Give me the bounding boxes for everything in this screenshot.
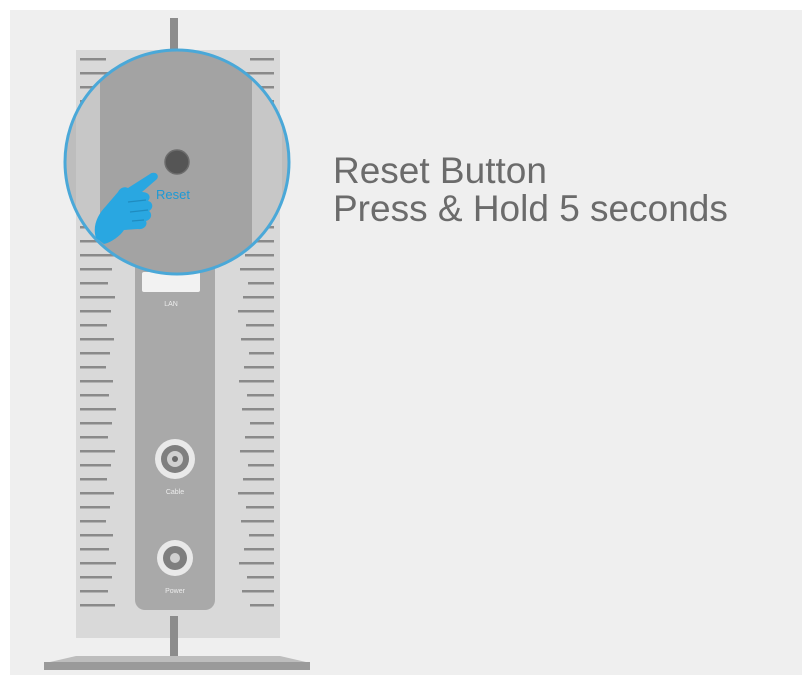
vent-slot — [80, 464, 111, 467]
vent-slot — [239, 380, 274, 383]
instruction-text: Reset Button Press & Hold 5 seconds — [333, 152, 728, 228]
vent-slot — [80, 492, 114, 495]
vent-slot — [80, 562, 116, 565]
vent-slot — [80, 282, 108, 285]
vent-slot — [80, 58, 106, 61]
vent-slot — [80, 520, 106, 523]
vent-slot — [80, 254, 116, 257]
vent-slot — [80, 338, 114, 341]
vent-slot — [242, 408, 274, 411]
vent-slot — [247, 394, 274, 397]
stand-top — [50, 656, 306, 662]
vent-slot — [245, 436, 274, 439]
vent-slot — [80, 310, 111, 313]
vent-slot — [239, 562, 274, 565]
vent-slot — [80, 590, 108, 593]
vent-slot — [80, 506, 110, 509]
reset-label: Reset — [156, 187, 190, 202]
vent-slot — [243, 296, 274, 299]
vent-slot — [244, 366, 274, 369]
vent-slot — [80, 366, 106, 369]
vent-slot — [246, 506, 274, 509]
vent-slot — [246, 324, 274, 327]
stand-base — [44, 662, 310, 670]
vent-slot — [250, 422, 274, 425]
power-port-icon — [157, 540, 193, 576]
vent-slot — [250, 58, 274, 61]
coax-port-icon — [155, 439, 195, 479]
vent-slot — [241, 520, 274, 523]
vent-slot — [240, 268, 274, 271]
modem-rear-illustration: LAN Cable Power Reset — [44, 18, 310, 670]
vent-slot — [242, 590, 274, 593]
vent-slot — [240, 450, 274, 453]
reset-button-icon — [164, 149, 190, 175]
vent-slot — [80, 324, 107, 327]
vent-slot — [80, 268, 112, 271]
vent-slot — [248, 282, 274, 285]
vent-slot — [80, 534, 113, 537]
vent-slot — [80, 422, 112, 425]
vent-slot — [244, 548, 274, 551]
top-post — [170, 18, 178, 52]
vent-slot — [80, 380, 113, 383]
vent-slot — [80, 394, 109, 397]
vent-slot — [238, 310, 274, 313]
vent-slot — [238, 492, 274, 495]
vent-slot — [250, 604, 274, 607]
vent-slot — [243, 478, 274, 481]
vent-slot — [80, 548, 109, 551]
vent-slot — [80, 576, 112, 579]
vent-slot — [248, 464, 274, 467]
vent-slot — [241, 338, 274, 341]
instruction-title: Reset Button — [333, 150, 547, 191]
vent-slot — [80, 436, 108, 439]
vent-slot — [245, 72, 274, 75]
vent-slot — [247, 576, 274, 579]
vent-slot — [245, 254, 274, 257]
lan-label: LAN — [164, 301, 178, 308]
vent-slot — [80, 296, 115, 299]
instruction-detail: Press & Hold 5 seconds — [333, 188, 728, 229]
vent-slot — [80, 450, 115, 453]
vent-slot — [80, 604, 115, 607]
cable-label: Cable — [166, 489, 184, 496]
vent-slot — [80, 478, 107, 481]
vent-slot — [80, 352, 110, 355]
vent-slot — [80, 408, 116, 411]
vent-slot — [249, 352, 274, 355]
power-label: Power — [165, 588, 186, 595]
vent-slot — [249, 534, 274, 537]
diagram-canvas: LAN Cable Power Reset Reset Button Press… — [10, 10, 802, 675]
bottom-post — [170, 616, 178, 660]
